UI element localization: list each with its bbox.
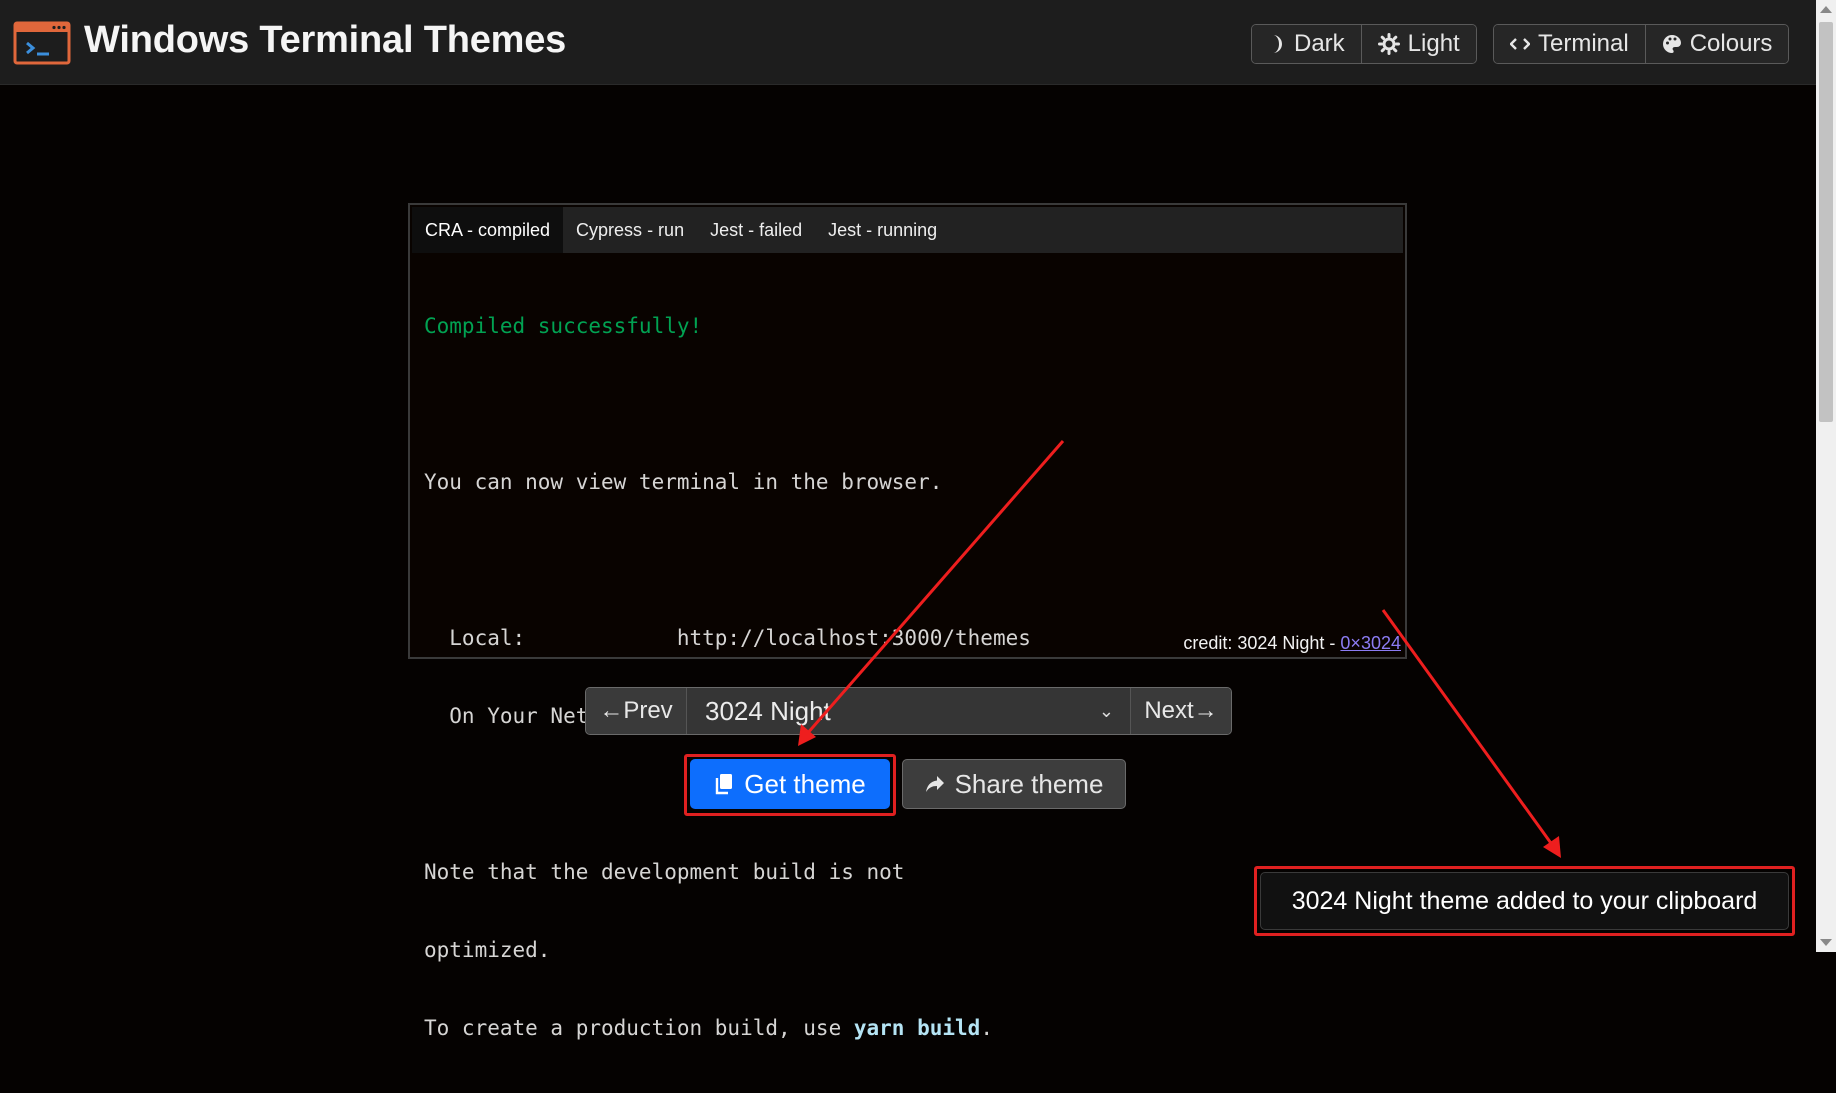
terminal-output: Compiled successfully! You can now view … — [424, 261, 1391, 1093]
mode-toggle-group: Dark Light — [1251, 24, 1477, 64]
terminal-preview: CRA - compiled Cypress - run Jest - fail… — [408, 203, 1407, 1040]
terminal-line: You can now view terminal in the browser… — [424, 470, 943, 494]
sun-icon — [1377, 33, 1400, 55]
palette-icon — [1662, 35, 1681, 53]
terminal-logo-icon — [13, 21, 71, 65]
scroll-up-arrow-icon[interactable] — [1820, 6, 1832, 13]
share-theme-label: Share theme — [954, 768, 1104, 799]
app-title: Windows Terminal Themes — [84, 19, 567, 61]
dark-mode-button[interactable]: Dark — [1252, 25, 1362, 63]
page-scrollbar[interactable] — [1816, 0, 1836, 952]
clipboard-toast: 3024 Night theme added to your clipboard — [1260, 872, 1789, 930]
terminal-line: To create a production build, use yarn b… — [424, 1015, 1391, 1041]
share-icon — [925, 776, 944, 792]
light-mode-label: Light — [1407, 30, 1460, 57]
theme-credit: credit: 3024 Night - 0×3024 — [1183, 633, 1401, 654]
get-theme-label: Get theme — [744, 768, 866, 799]
terminal-line: Compiled successfully! — [424, 314, 703, 338]
get-theme-button[interactable]: Get theme — [690, 759, 890, 809]
theme-selector: ←Prev 3024 Night ⌄ Next→ — [585, 687, 1232, 735]
next-theme-button[interactable]: Next→ — [1130, 688, 1231, 734]
chevron-down-icon: ⌄ — [1098, 700, 1114, 721]
code-icon — [1510, 38, 1530, 50]
scrollbar-thumb[interactable] — [1819, 22, 1833, 422]
colours-view-label: Colours — [1689, 30, 1773, 57]
terminal-command: yarn build — [853, 1016, 981, 1040]
terminal-view-label: Terminal — [1538, 30, 1629, 57]
tab-cra-compiled[interactable]: CRA - compiled — [412, 207, 564, 253]
terminal-text: To create a production build, use — [424, 1016, 854, 1040]
view-toggle-group: Terminal Colours — [1493, 24, 1790, 64]
annotation-arrow-line — [1381, 609, 1555, 847]
terminal-text: . — [980, 1016, 993, 1040]
tab-jest-running[interactable]: Jest - running — [815, 207, 950, 253]
theme-select-value: 3024 Night — [705, 695, 831, 726]
navbar: Windows Terminal Themes Dark Light Termi… — [0, 0, 1816, 85]
terminal-line: Note that the development build is not — [424, 860, 905, 884]
terminal-view-button[interactable]: Terminal — [1494, 25, 1646, 63]
tab-cypress-run[interactable]: Cypress - run — [563, 207, 697, 253]
colours-view-button[interactable]: Colours — [1645, 25, 1789, 63]
terminal-line: optimized. — [424, 938, 551, 962]
copy-icon — [716, 774, 733, 795]
dark-mode-label: Dark — [1294, 30, 1345, 57]
credit-text: credit: 3024 Night - — [1183, 633, 1341, 653]
theme-select[interactable]: 3024 Night ⌄ — [687, 688, 1130, 734]
prev-theme-button[interactable]: ←Prev — [586, 688, 687, 734]
moon-icon — [1273, 35, 1282, 53]
tab-jest-failed[interactable]: Jest - failed — [697, 207, 815, 253]
share-theme-button[interactable]: Share theme — [902, 759, 1126, 809]
terminal-tabs: CRA - compiled Cypress - run Jest - fail… — [412, 207, 1403, 253]
annotation-arrowhead — [1543, 836, 1561, 858]
scroll-down-arrow-icon[interactable] — [1820, 939, 1832, 946]
light-mode-button[interactable]: Light — [1361, 25, 1476, 63]
credit-author-link[interactable]: 0×3024 — [1340, 633, 1401, 653]
